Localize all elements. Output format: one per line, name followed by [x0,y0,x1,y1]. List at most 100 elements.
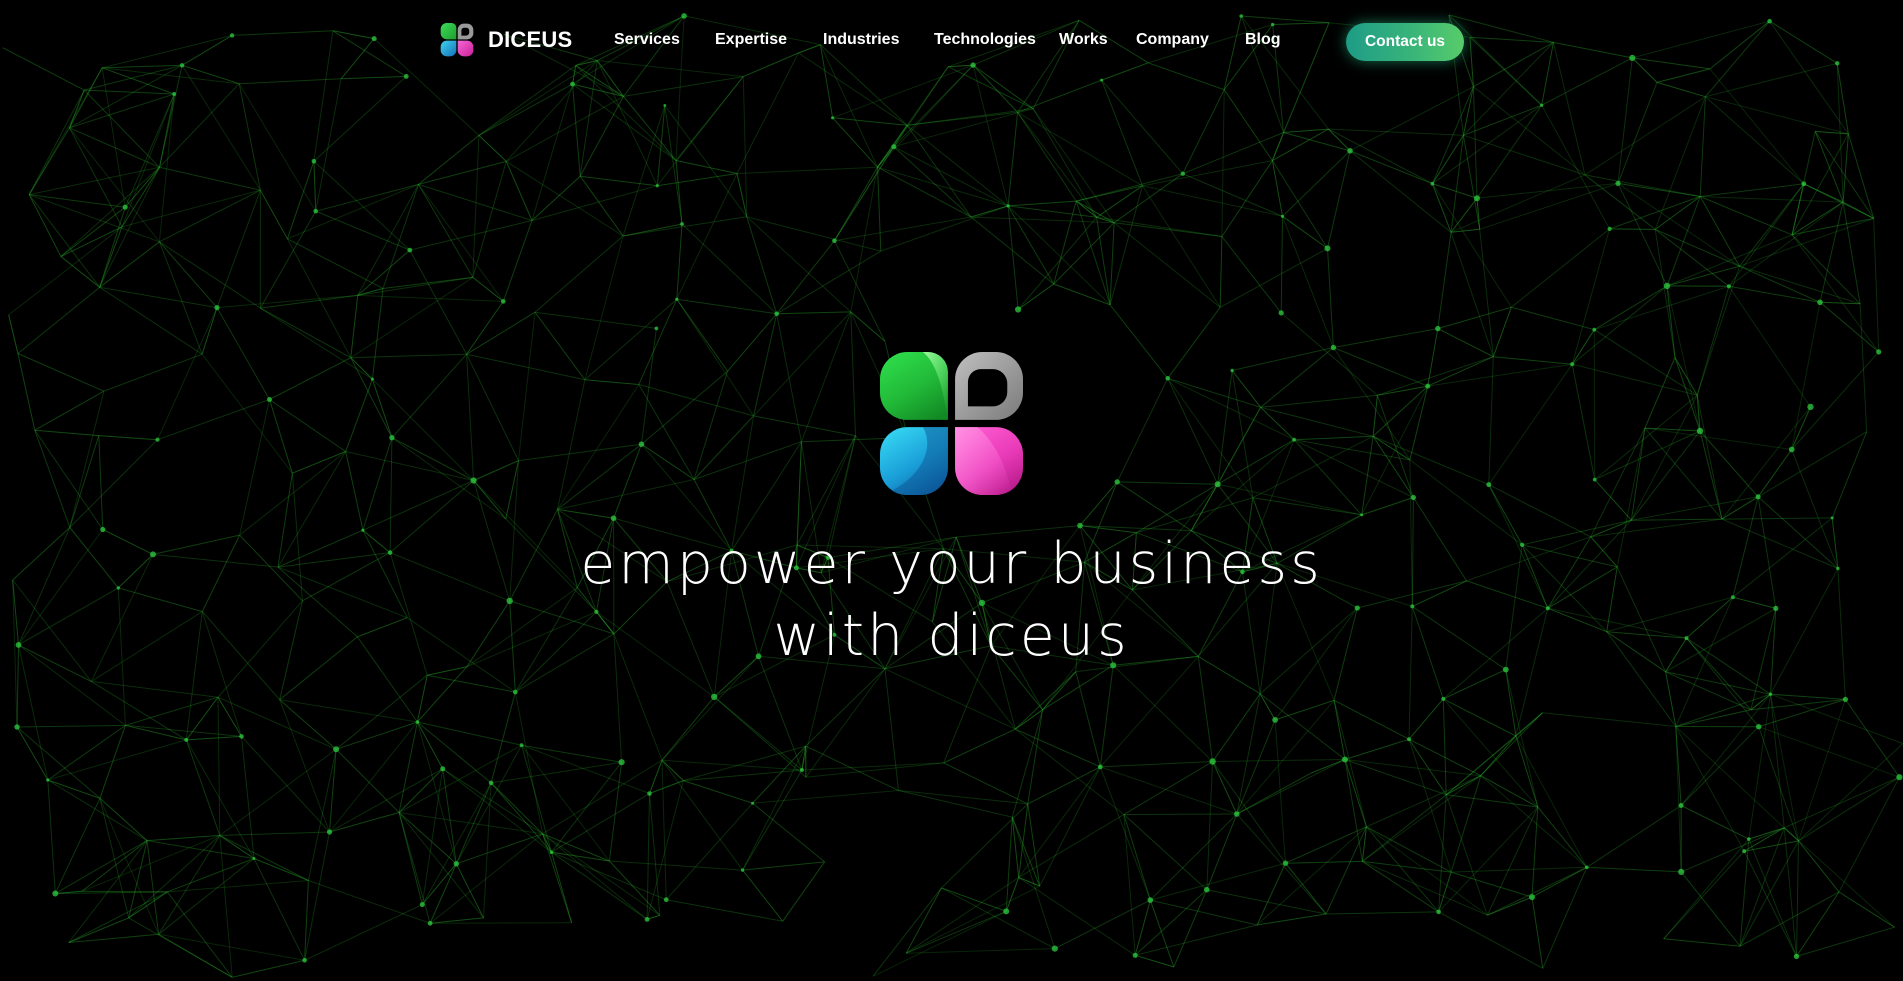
network-link [1344,759,1481,777]
network-link [832,117,878,168]
network-node [252,857,256,860]
network-link [286,161,315,239]
network-link [742,769,803,871]
nav-expertise[interactable]: Expertise [715,30,787,50]
network-link [1442,698,1447,795]
network-link [81,834,220,892]
network-node [1615,180,1621,186]
network-link [1167,378,1254,498]
site-header: DICEUS Services Expertise Industries Tec… [0,0,1903,82]
nav-technologies[interactable]: Technologies [934,30,1036,50]
network-link [1728,201,1844,287]
network-link [1473,86,1586,176]
network-link [125,724,187,741]
network-node [453,861,459,867]
network-link [665,802,753,901]
network-node [1747,837,1751,841]
network-link [421,782,492,905]
network-link [1217,370,1233,485]
network-link [649,760,663,794]
network-link [329,721,418,833]
network-link [641,443,695,480]
contact-us-button[interactable]: Contact us [1346,23,1464,61]
network-link [1665,671,1677,727]
network-link [304,831,330,961]
nav-services[interactable]: Services [614,30,680,50]
network-link [81,890,168,893]
network-link [1182,173,1283,217]
network-node [427,920,433,926]
network-node [774,311,779,317]
network-link [1372,395,1378,437]
network-link [329,768,443,833]
network-link [1431,183,1512,308]
network-link [350,295,359,358]
network-link [1681,827,1785,873]
network-link [1728,285,1821,303]
nav-company[interactable]: Company [1136,30,1209,50]
network-link [551,852,573,923]
nav-blog[interactable]: Blog [1245,30,1281,50]
network-link [727,313,778,372]
network-link [943,762,1029,805]
network-link [1032,108,1098,218]
network-link [371,378,393,438]
network-link [279,699,418,723]
network-link [1654,228,1740,267]
network-link [1663,850,1745,940]
network-link [1142,185,1221,308]
network-link [1488,356,1494,485]
network-link [1472,86,1478,199]
network-link [429,863,457,924]
network-node [1436,909,1441,915]
network-node [519,743,524,748]
network-link [905,885,1040,954]
network-link [884,668,899,791]
network-link [466,311,536,355]
network-link [1665,671,1752,711]
network-link [1699,196,1740,267]
network-link [1431,135,1464,184]
network-link [676,298,777,315]
network-link [259,210,317,309]
network-node [46,778,50,782]
network-link [28,67,103,195]
network-link [1282,216,1334,348]
network-link [8,314,19,354]
network-link [693,441,802,480]
network-link [534,235,624,313]
network-link [850,311,886,342]
network-link [357,184,419,296]
network-link [850,311,856,436]
network-link [557,384,640,510]
network-link [557,508,614,519]
network-link [1450,174,1586,233]
network-link [1743,850,1797,957]
network-link [638,298,678,385]
network-link [877,166,1009,207]
network-node [1529,894,1535,901]
network-link [872,887,942,977]
network-link [1017,111,1097,218]
network-link [1252,435,1374,499]
nav-works[interactable]: Works [1059,30,1108,50]
network-link [557,379,586,510]
network-link [1675,726,1785,829]
network-link [905,877,1019,954]
network-link [833,240,886,342]
brand-link[interactable]: DICEUS [440,23,572,57]
nav-industries[interactable]: Industries [823,30,899,50]
network-link [241,736,330,833]
network-link [1054,899,1151,950]
network-node [488,780,494,786]
network-link [1099,656,1199,768]
network-link [466,301,504,355]
network-link [84,89,175,95]
network-link [970,205,1009,218]
network-link [1594,430,1701,481]
network-node [326,829,333,835]
network-node [1278,310,1284,316]
network-node [440,766,446,772]
network-link [1123,761,1213,815]
network-node [831,116,835,120]
